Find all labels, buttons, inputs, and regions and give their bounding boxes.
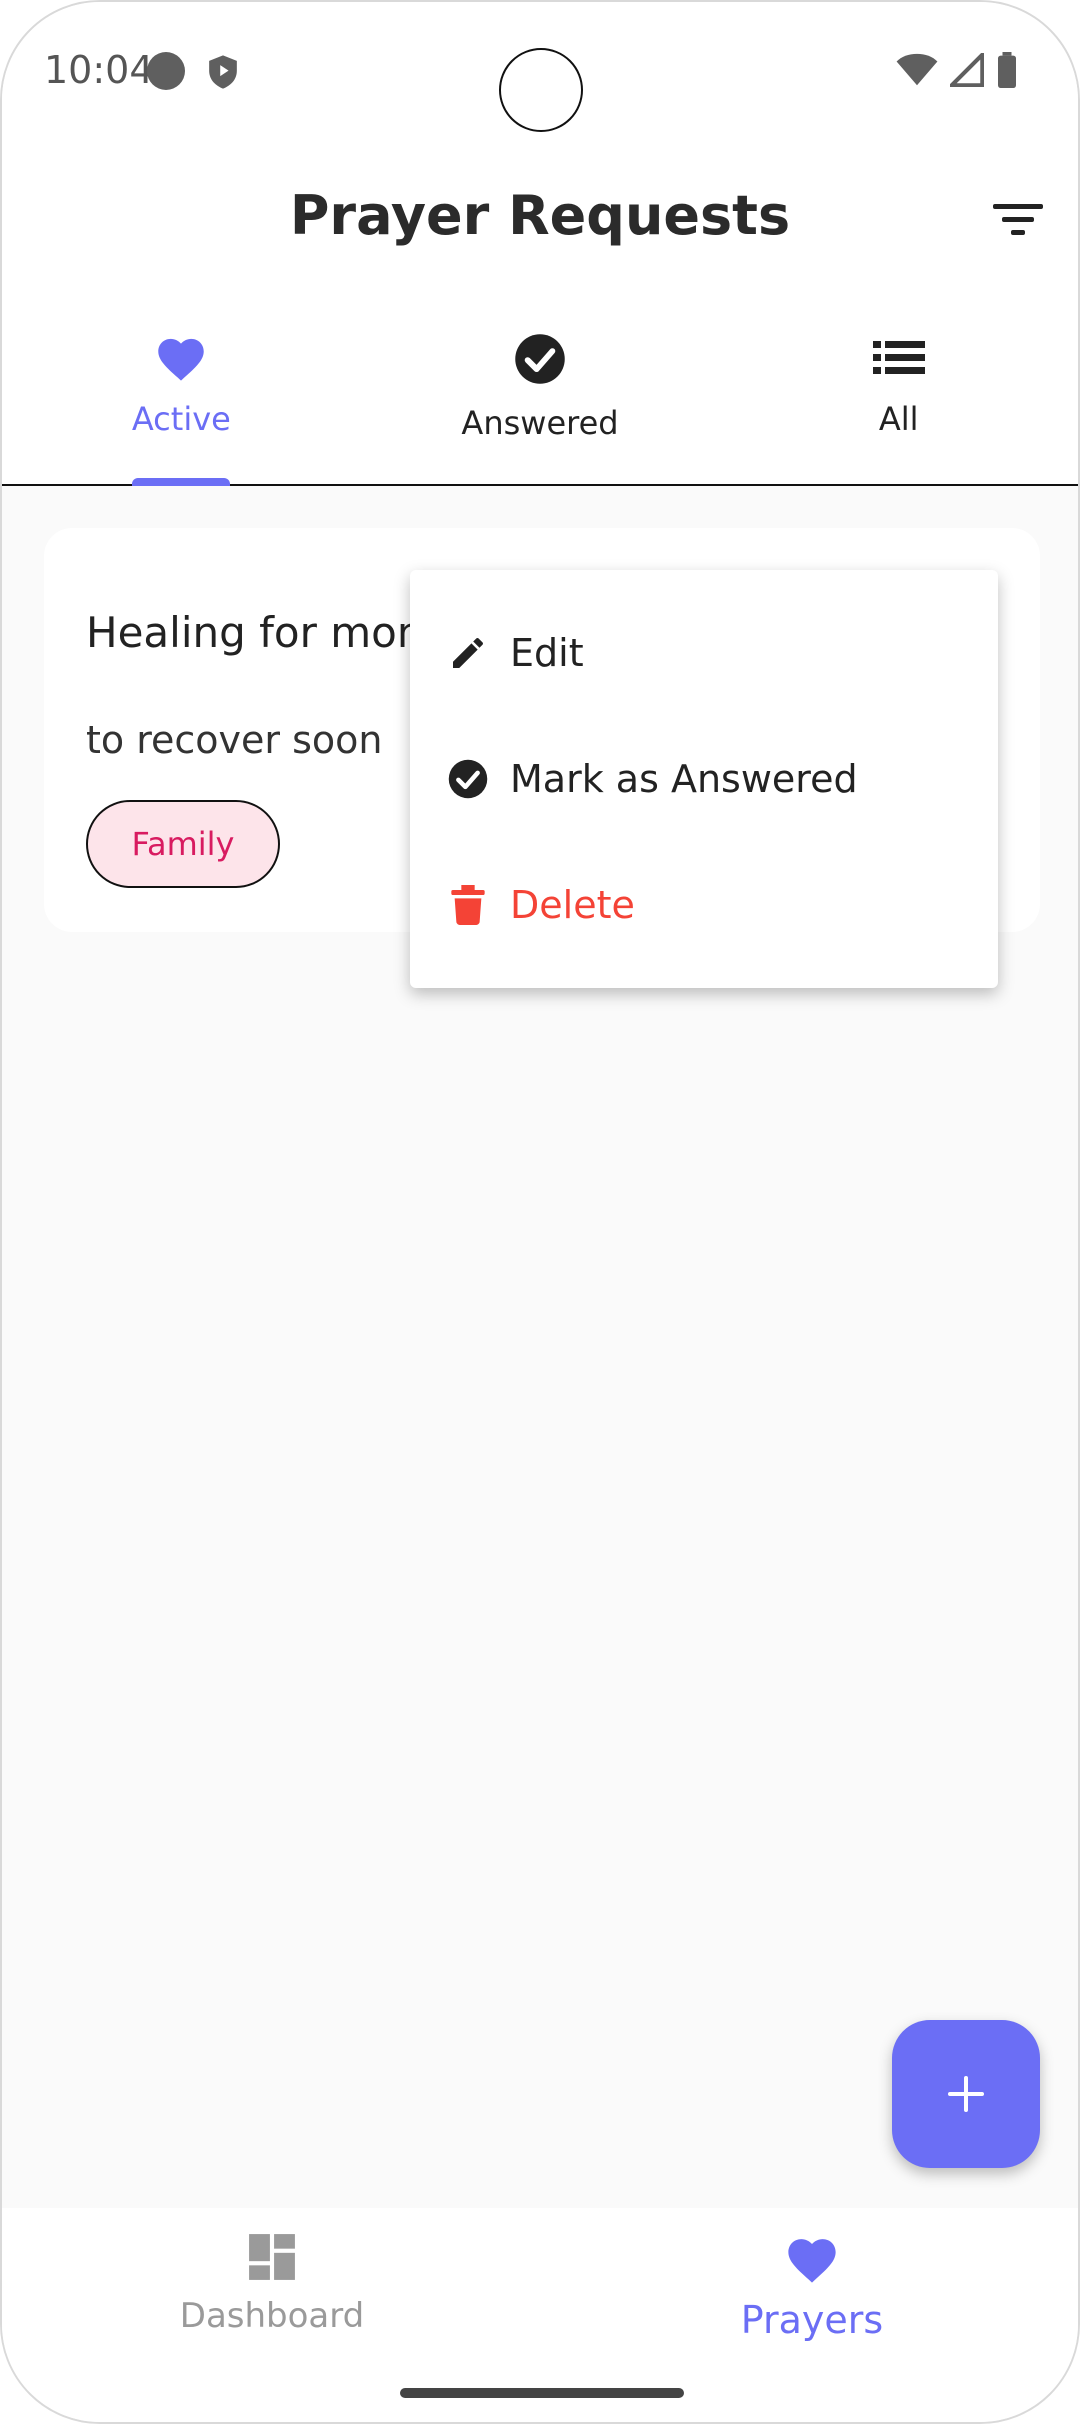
menu-item-label: Edit [510, 631, 584, 675]
status-bar: 10:04 [2, 2, 1078, 142]
battery-icon [998, 52, 1016, 88]
home-indicator[interactable] [400, 2388, 684, 2398]
tab-label: All [878, 400, 919, 438]
heart-icon [788, 2239, 836, 2283]
tab-bar: Active Answered All [2, 292, 1078, 486]
circle-icon [147, 52, 185, 90]
page-title: Prayer Requests [289, 184, 791, 247]
wifi-icon [896, 53, 938, 86]
menu-item-edit[interactable]: Edit [410, 590, 998, 716]
phone-screen: 10:04 Prayer Requests Active Answered Al… [0, 0, 1080, 2424]
app-bar: Prayer Requests [2, 142, 1078, 292]
filter-button[interactable] [988, 190, 1048, 250]
prayer-description: to recover soon [86, 718, 383, 762]
shield-icon [209, 55, 237, 89]
menu-item-delete[interactable]: Delete [410, 842, 998, 968]
nav-item-dashboard[interactable]: Dashboard [122, 2232, 422, 2336]
tab-label: Active [131, 400, 231, 438]
pencil-icon [446, 631, 490, 675]
category-chip: Family [86, 800, 280, 888]
tab-answered[interactable]: Answered [361, 292, 720, 484]
filter-icon [993, 204, 1043, 235]
menu-item-label: Mark as Answered [510, 757, 858, 801]
prayer-title: Healing for mom [86, 608, 438, 657]
camera-cutout [499, 48, 583, 132]
heart-icon [158, 338, 205, 381]
plus-icon [948, 2076, 984, 2112]
tab-all[interactable]: All [719, 292, 1078, 484]
trash-icon [446, 883, 490, 927]
context-menu: Edit Mark as Answered Delete [410, 570, 998, 988]
signal-icon [950, 53, 984, 87]
add-prayer-button[interactable] [892, 2020, 1040, 2168]
menu-item-mark-answered[interactable]: Mark as Answered [410, 716, 998, 842]
check-circle-icon [515, 334, 565, 384]
list-icon [872, 341, 925, 374]
nav-label: Dashboard [179, 2296, 365, 2336]
status-time: 10:04 [44, 48, 154, 92]
tab-indicator [132, 478, 231, 486]
nav-label: Prayers [740, 2298, 884, 2342]
nav-item-prayers[interactable]: Prayers [662, 2232, 962, 2342]
tab-label: Answered [461, 404, 619, 442]
check-circle-icon [446, 757, 490, 801]
menu-item-label: Delete [510, 883, 635, 927]
dashboard-icon [249, 2234, 295, 2280]
status-icons [896, 52, 1018, 88]
tab-active[interactable]: Active [2, 292, 361, 486]
